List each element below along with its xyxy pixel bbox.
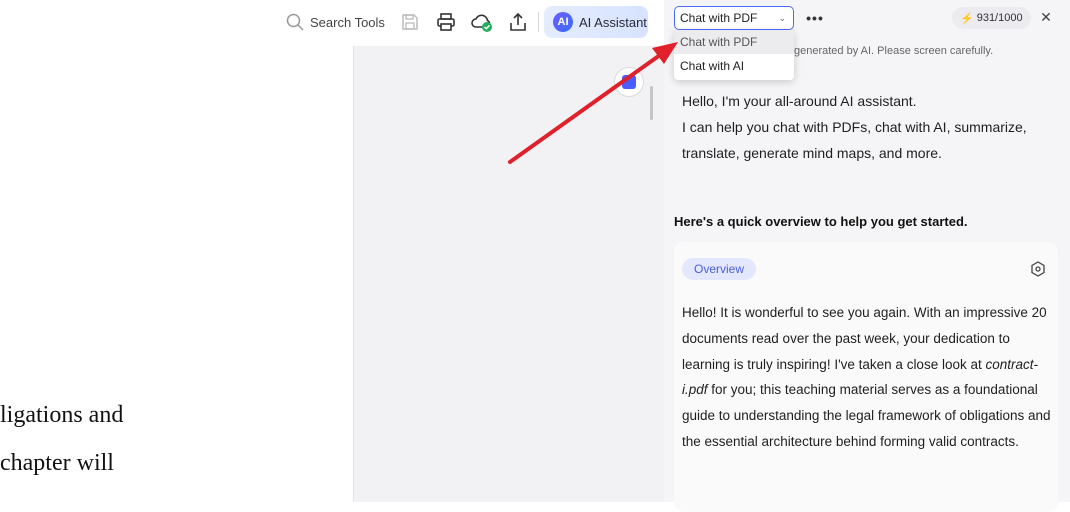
greeting-line: I can help you chat with PDFs, chat with… <box>682 119 1027 161</box>
share-icon[interactable] <box>506 10 530 34</box>
document-page: ligations and chapter will <box>0 46 353 502</box>
top-toolbar: Search Tools AI AI Assistant <box>0 0 664 44</box>
overview-text: Hello! It is wonderful to see you again.… <box>682 300 1054 455</box>
document-text-line: ligations and <box>0 402 124 428</box>
document-text-line: chapter will <box>0 450 114 476</box>
ai-assistant-button[interactable]: AI AI Assistant <box>544 6 648 38</box>
credits-value: 931/1000 <box>976 12 1023 24</box>
greeting-line: Hello, I'm your all-around AI assistant. <box>682 93 917 109</box>
save-icon[interactable] <box>398 10 422 34</box>
bolt-icon: ⚡ <box>960 12 974 25</box>
overview-tag[interactable]: Overview <box>682 258 757 280</box>
chat-mode-dropdown: Chat with PDF Chat with AI <box>674 30 794 80</box>
credits-badge: ⚡ 931/1000 <box>952 7 1031 29</box>
floating-action-button[interactable] <box>614 67 644 97</box>
chevron-down-icon: ⌄ <box>778 13 786 23</box>
ai-assistant-label: AI Assistant <box>579 14 647 30</box>
hexagon-settings-icon[interactable] <box>1030 261 1046 277</box>
print-icon[interactable] <box>434 10 458 34</box>
search-tools-label: Search Tools <box>310 14 385 30</box>
close-icon[interactable]: ✕ <box>1038 9 1054 25</box>
search-icon <box>286 13 304 31</box>
document-scrollbar[interactable] <box>650 86 653 120</box>
note-icon <box>622 75 636 89</box>
ai-logo-icon: AI <box>553 12 573 32</box>
document-gutter <box>353 46 664 502</box>
dropdown-option-chat-with-ai[interactable]: Chat with AI <box>674 54 794 78</box>
more-icon[interactable]: ••• <box>805 8 825 28</box>
chat-mode-value: Chat with PDF <box>680 11 758 25</box>
toolbar-divider <box>538 12 539 32</box>
chat-mode-select[interactable]: Chat with PDF ⌄ <box>674 6 794 30</box>
overview-text-part: for you; this teaching material serves a… <box>682 382 1051 449</box>
greeting-message: Hello, I'm your all-around AI assistant.… <box>674 82 1058 172</box>
quick-overview-heading: Here's a quick overview to help you get … <box>674 214 968 229</box>
ai-disclaimer: generated by AI. Please screen carefully… <box>794 45 994 57</box>
overview-card: Overview Hello! It is wonderful to see y… <box>674 242 1058 512</box>
cloud-sync-icon[interactable] <box>470 10 494 34</box>
search-tools-button[interactable]: Search Tools <box>286 11 385 33</box>
dropdown-option-chat-with-pdf[interactable]: Chat with PDF <box>674 30 794 54</box>
